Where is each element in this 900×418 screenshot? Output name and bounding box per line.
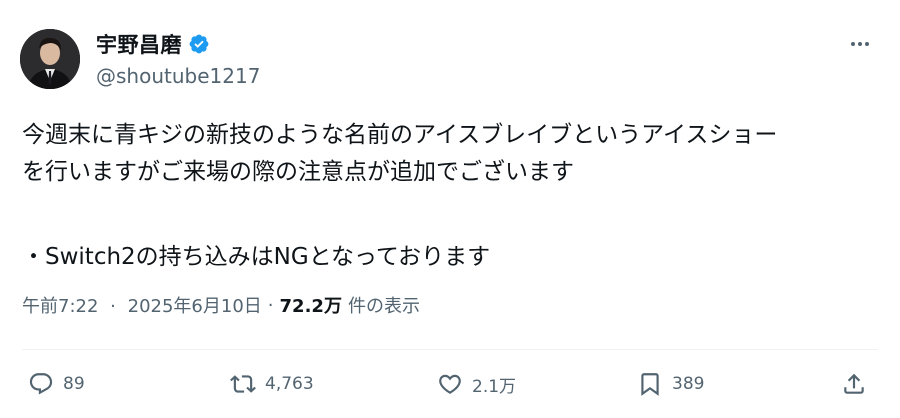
- meta-separator: ·: [267, 294, 274, 316]
- display-name[interactable]: 宇野昌磨: [96, 29, 182, 59]
- author-block: 宇野昌磨 @shoutube1217: [96, 30, 260, 88]
- like-count: 2.1万: [472, 376, 517, 397]
- tweet-line: を行いますがご来場の際の注意点が追加でございます: [22, 159, 574, 185]
- reply-button[interactable]: 89: [28, 366, 85, 402]
- handle[interactable]: @shoutube1217: [96, 64, 260, 88]
- meta-separator: ·: [110, 296, 116, 317]
- more-options-button[interactable]: [842, 32, 878, 56]
- name-row: 宇野昌磨: [96, 30, 260, 58]
- views-count: 72.2万: [279, 296, 342, 317]
- profile-avatar-icon: [20, 29, 80, 89]
- tweet-timestamp[interactable]: 午前7:22 · 2025年6月10日: [22, 292, 262, 318]
- like-button[interactable]: 2.1万: [437, 366, 516, 402]
- heart-icon: [439, 374, 461, 394]
- tweet-line: 今週末に青キジの新技のような名前のアイスブレイブというアイスショー: [22, 122, 778, 148]
- bookmark-count: 389: [672, 374, 705, 394]
- tweet-line: ・Switch2の持ち込みはNGとなっております: [22, 244, 491, 270]
- verified-badge-icon[interactable]: [188, 33, 210, 55]
- retweet-button[interactable]: 4,763: [230, 366, 314, 402]
- retweet-count: 4,763: [265, 374, 314, 394]
- tweet-text: 今週末に青キジの新技のような名前のアイスブレイブというアイスショー を行いますが…: [22, 117, 882, 276]
- more-dots-icon: [851, 42, 869, 46]
- share-button[interactable]: [841, 366, 867, 402]
- bookmark-icon: [641, 373, 659, 396]
- tweet-date: 2025年6月10日: [127, 296, 262, 317]
- reply-count: 89: [63, 374, 85, 394]
- tweet-time: 午前7:22: [22, 296, 99, 317]
- reply-icon: [29, 373, 53, 395]
- retweet-icon: [230, 375, 256, 393]
- bookmark-button[interactable]: 389: [637, 366, 704, 402]
- avatar[interactable]: [20, 29, 80, 89]
- views-link[interactable]: 72.2万 件の表示: [280, 292, 420, 318]
- views-label: 件の表示: [347, 296, 420, 317]
- share-icon: [844, 373, 864, 394]
- action-bar: 89 4,763 2.1万 389: [0, 366, 900, 406]
- tweet-line: [22, 191, 882, 228]
- divider: [22, 349, 878, 350]
- tweet-meta: 午前7:22 · 2025年6月10日 · 72.2万 件の表示: [22, 292, 420, 318]
